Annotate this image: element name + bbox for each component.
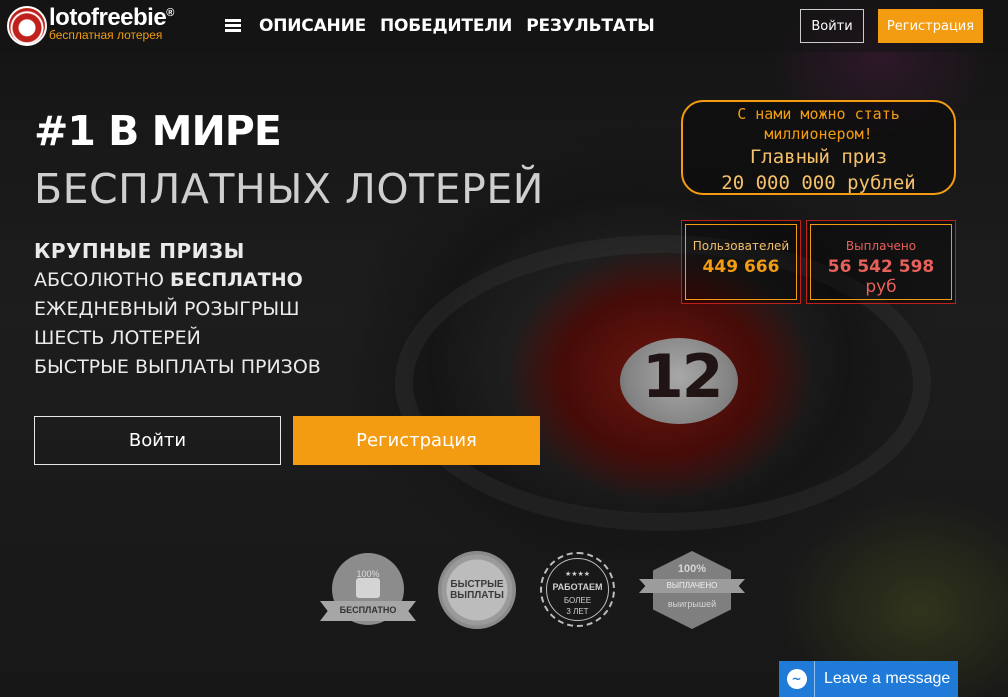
badge-fast-payouts-label: БЫСТРЫЕ ВЫПЛАТЫ: [450, 579, 504, 601]
users-stat-label: Пользователей: [692, 239, 790, 253]
lottery-ball-number: 12: [642, 342, 723, 412]
badge-paid-label-1: ВЫПЛАЧЕНО: [666, 581, 718, 590]
badge-stars: ★★★★: [564, 571, 591, 578]
hero-login-button[interactable]: Войти: [34, 416, 281, 465]
main-nav: Описание Победители Результаты: [259, 16, 655, 36]
badge-fast-payouts-icon: БЫСТРЫЕ ВЫПЛАТЫ: [438, 551, 516, 629]
badge-3-years-label-2: БОЛЕЕ: [563, 596, 592, 605]
feature-daily-draw: ЕЖЕДНЕВНЫЙ РОЗЫГРЫШ: [34, 298, 300, 320]
badge-free-label: БЕСПЛАТНО: [339, 605, 397, 615]
badge-free-percent: 100%: [356, 569, 380, 579]
nav-description[interactable]: Описание: [259, 16, 366, 36]
main-prize-box: С нами можно стать миллионером! Главный …: [681, 100, 956, 195]
badge-paid-out-icon: 100% ВЫПЛАЧЕНО выигрышей: [639, 551, 745, 629]
live-chat-button[interactable]: ~ Leave a message: [779, 661, 958, 697]
prize-amount: 20 000 000 рублей: [721, 172, 916, 194]
header-register-button[interactable]: Регистрация: [878, 9, 983, 43]
thumbs-up-icon: [356, 578, 380, 598]
feature-fast-payouts: БЫСТРЫЕ ВЫПЛАТЫ ПРИЗОВ: [34, 356, 321, 378]
users-stat-box: Пользователей 449 666: [681, 220, 801, 304]
chat-bubble-icon: ~: [779, 661, 815, 697]
brand-tagline: бесплатная лотерея: [49, 28, 163, 42]
feature-free: АБСОЛЮТНО БЕСПЛАТНО: [34, 269, 303, 291]
feature-big-prizes: КРУПНЫЕ ПРИЗЫ: [34, 239, 245, 263]
badge-3-years-label-3: 3 ЛЕТ: [566, 607, 589, 616]
hero-title-thin: БЕСПЛАТНЫХ ЛОТЕРЕЙ: [34, 165, 544, 213]
nav-results[interactable]: Результаты: [526, 16, 655, 36]
top-header: lotofreebie® бесплатная лотерея Описание…: [0, 0, 1008, 52]
hero-title: #1 В МИРЕ БЕСПЛАТНЫХ ЛОТЕРЕЙ: [34, 102, 554, 218]
paid-stat-unit: руб: [865, 277, 897, 297]
badge-free-icon: 100% БЕСПЛАТНО: [320, 553, 416, 629]
prize-slogan: С нами можно стать миллионером!: [737, 105, 900, 143]
feature-free-bold: БЕСПЛАТНО: [169, 269, 303, 291]
hero-register-button[interactable]: Регистрация: [293, 416, 540, 465]
badge-3-years-icon: ★★★★ РАБОТАЕМ БОЛЕЕ 3 ЛЕТ: [540, 552, 615, 627]
feature-six-lotteries: ШЕСТЬ ЛОТЕРЕЙ: [34, 327, 201, 349]
hero-title-bold: #1 В МИРЕ: [34, 107, 282, 155]
badge-paid-label-2: выигрышей: [667, 599, 717, 609]
chat-label: Leave a message: [824, 670, 951, 687]
hamburger-icon[interactable]: [225, 19, 241, 33]
logo-icon[interactable]: [7, 6, 47, 46]
paid-stat-label: Выплачено: [845, 239, 917, 253]
header-login-button[interactable]: Войти: [800, 9, 864, 43]
nav-winners[interactable]: Победители: [380, 16, 512, 36]
feature-list: КРУПНЫЕ ПРИЗЫ АБСОЛЮТНО БЕСПЛАТНО ЕЖЕДНЕ…: [34, 237, 321, 382]
paid-stat-value: 56 542 598 руб: [827, 257, 935, 297]
prize-heading: Главный приз: [749, 146, 888, 168]
paid-stat-box: Выплачено 56 542 598 руб: [806, 220, 956, 304]
badge-paid-percent: 100%: [677, 563, 707, 575]
users-stat-value: 449 666: [702, 257, 780, 277]
badge-3-years-label-1: РАБОТАЕМ: [552, 582, 603, 592]
